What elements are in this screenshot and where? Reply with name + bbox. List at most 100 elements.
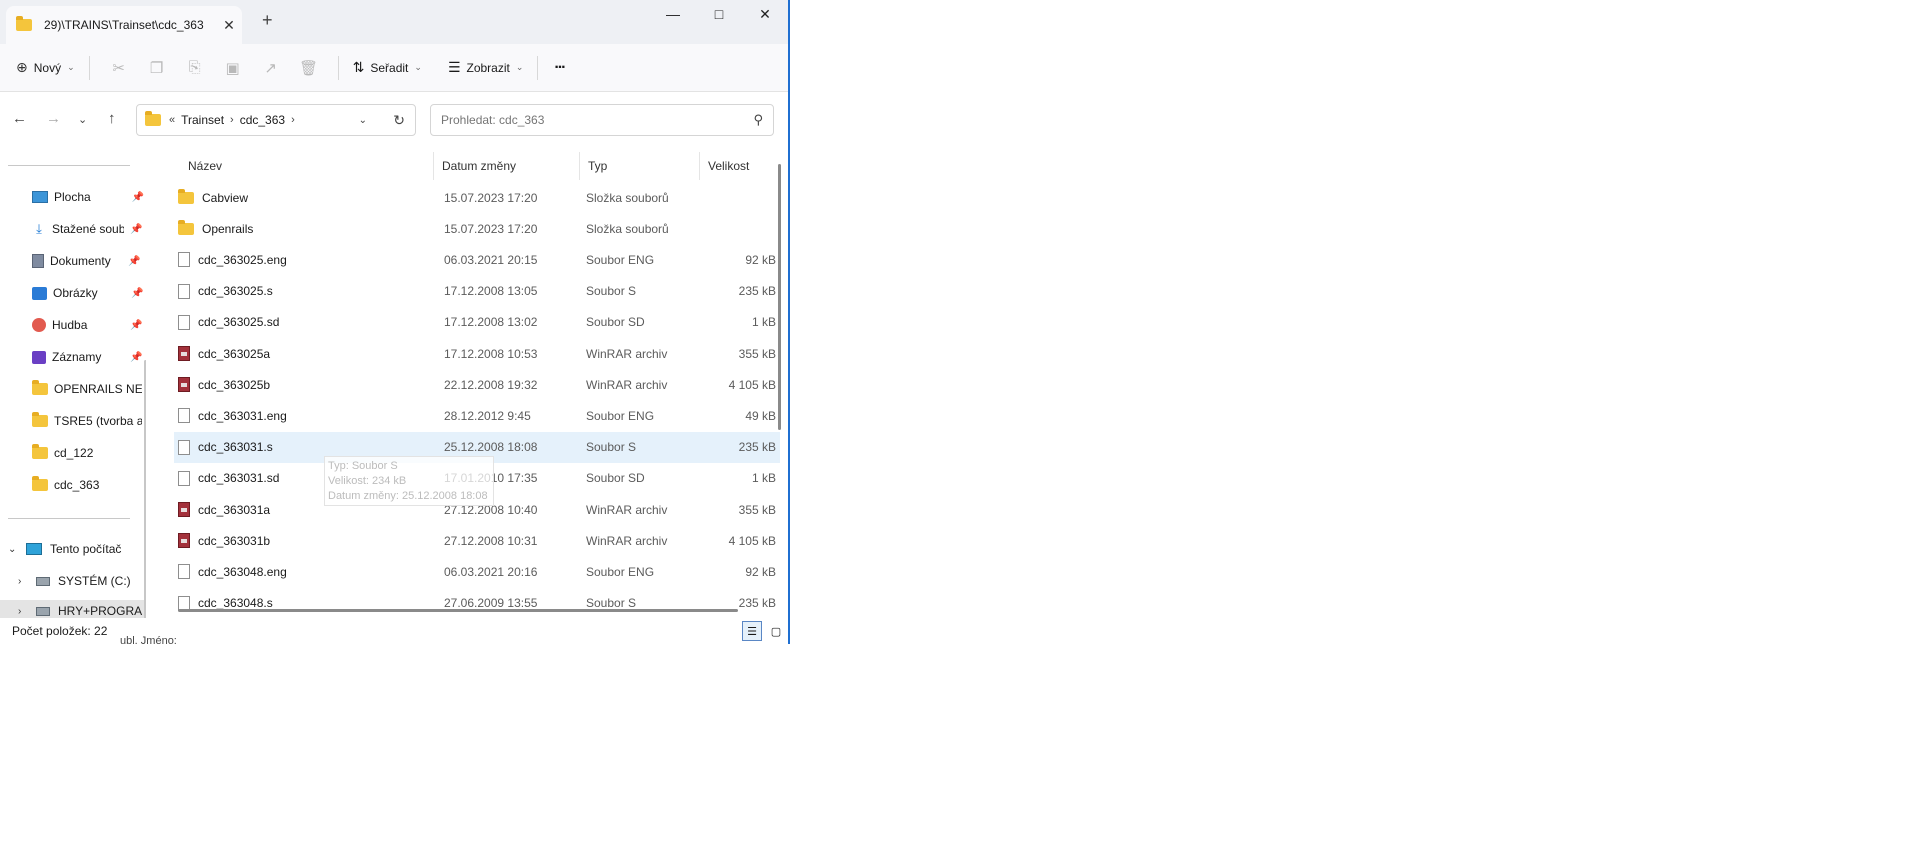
sidebar-item-downloads[interactable]: ⤓ Stažené soubory 📌 <box>32 216 144 242</box>
item-count: Počet položek: 22 <box>12 624 108 638</box>
sidebar-item-cdc-363[interactable]: cdc_363 <box>32 472 144 498</box>
sidebar-item-desktop[interactable]: Plocha 📌 <box>32 184 144 210</box>
chevron-right-icon[interactable]: › <box>18 606 28 617</box>
address-bar[interactable]: « Trainset › cdc_363 › ⌄ ↻ <box>136 104 416 136</box>
file-row[interactable]: cdc_363031b 27.12.2008 10:31 WinRAR archiv… <box>174 525 780 556</box>
file-row[interactable]: cdc_363048.s 27.06.2009 13:55 Soubor S 235 … <box>174 588 780 618</box>
new-tab-button[interactable]: + <box>262 10 273 31</box>
pictures-icon <box>32 286 47 300</box>
minimize-button[interactable]: — <box>650 0 696 28</box>
file-name: cdc_363025a <box>198 346 271 361</box>
sidebar-item-this-pc[interactable]: ⌄ Tento počítač <box>8 536 121 562</box>
sidebar-item-label: Záznamy <box>52 350 102 364</box>
overflow-chevron-icon[interactable]: « <box>169 114 175 126</box>
file-date: 17.12.2008 10:53 <box>444 346 538 361</box>
divider <box>8 518 130 519</box>
search-box[interactable]: ⚲ <box>430 104 774 136</box>
file-size: 1 kB <box>751 471 776 486</box>
tab-current-folder[interactable]: 29)\TRAINS\Trainset\cdc_363 ✕ <box>6 6 242 44</box>
sidebar-item-openrails-nej[interactable]: OPENRAILS NEJ <box>32 376 144 402</box>
file-date: 27.12.2008 10:31 <box>444 533 538 548</box>
breadcrumb-trainset[interactable]: Trainset <box>181 113 224 127</box>
view-button[interactable]: ☰ Zobrazit ⌄ <box>448 59 523 76</box>
view-icon: ☰ <box>447 59 461 75</box>
file-size: 235 kB <box>738 440 776 455</box>
file-row[interactable]: cdc_363031.eng 28.12.2012 9:45 Soubor ENG 4… <box>174 400 780 431</box>
file-row[interactable]: cdc_363025a 17.12.2008 10:53 WinRAR archiv… <box>174 338 780 369</box>
file-row[interactable]: cdc_363025.s 17.12.2008 13:05 Soubor S 235 … <box>174 276 780 307</box>
delete-icon[interactable]: 🗑 <box>290 59 328 77</box>
file-name-cell: cdc_363025.s <box>174 283 434 299</box>
file-tooltip: Typ: Soubor S Velikost: 234 kB Datum změ… <box>324 456 494 506</box>
more-options-button[interactable]: ··· <box>554 59 566 77</box>
new-button[interactable]: ⊕ Nový ⌄ <box>16 59 75 76</box>
file-name: cdc_363025b <box>198 377 271 392</box>
sidebar-item-music[interactable]: Hudba 📌 <box>32 312 144 338</box>
file-row[interactable]: Cabview 15.07.2023 17:20 Složka souborů <box>174 182 780 213</box>
search-input[interactable] <box>441 113 754 127</box>
file-row[interactable]: cdc_363025b 22.12.2008 19:32 WinRAR archiv… <box>174 369 780 400</box>
sidebar-item-label: HRY+PROGRA <box>58 604 143 618</box>
sidebar-item-pictures[interactable]: Obrázky 📌 <box>32 280 144 306</box>
back-arrow-icon[interactable]: ← <box>12 110 27 127</box>
paste-icon[interactable]: ⎘ <box>176 59 214 76</box>
address-dropdown-icon[interactable]: ⌄ <box>359 115 367 126</box>
column-header-type[interactable]: Typ <box>580 152 700 180</box>
column-header-name[interactable]: Název <box>160 152 434 180</box>
videos-icon <box>32 350 46 364</box>
file-row[interactable]: cdc_363025.eng 06.03.2021 20:15 Soubor ENG… <box>174 244 780 275</box>
sidebar-item-videos[interactable]: Záznamy 📌 <box>32 344 144 370</box>
up-arrow-icon[interactable]: ↑ <box>108 110 116 127</box>
chevron-right-icon[interactable]: › <box>18 576 28 587</box>
rename-icon[interactable]: ▣ <box>214 59 252 77</box>
share-icon[interactable]: ↗ <box>252 59 290 77</box>
maximize-button[interactable]: □ <box>696 0 742 28</box>
file-row[interactable]: cdc_363048.eng 06.03.2021 20:16 Soubor ENG… <box>174 556 780 587</box>
sort-button[interactable]: ⇅ Seřadit ⌄ <box>353 59 422 76</box>
copy-icon[interactable]: ❐ <box>138 59 176 77</box>
file-name: cdc_363031.s <box>198 440 273 455</box>
file-icon <box>178 252 190 268</box>
file-row[interactable]: cdc_363025.sd 17.12.2008 13:02 Soubor SD 1 … <box>174 307 780 338</box>
file-name-cell: cdc_363048.eng <box>174 564 434 580</box>
search-icon[interactable]: ⚲ <box>753 112 763 128</box>
breadcrumb-separator-icon[interactable]: › <box>230 114 234 126</box>
file-date: 17.12.2008 13:05 <box>444 284 538 299</box>
close-button[interactable]: ✕ <box>742 0 788 28</box>
file-size: 235 kB <box>738 284 776 299</box>
file-name-cell: cdc_363025.sd <box>174 314 434 330</box>
folder-icon <box>32 380 48 395</box>
breadcrumb-separator-icon[interactable]: › <box>291 114 295 126</box>
tab-title: 29)\TRAINS\Trainset\cdc_363 <box>44 18 204 32</box>
details-view-icon[interactable]: ☰ <box>742 621 762 641</box>
file-size: 355 kB <box>738 346 776 361</box>
breadcrumb-cdc-363[interactable]: cdc_363 <box>240 113 285 127</box>
sidebar-item-tsre5[interactable]: TSRE5 (tvorba ak <box>32 408 144 434</box>
column-header-size[interactable]: Velikost <box>700 152 780 180</box>
sidebar-item-drive-hry[interactable]: › HRY+PROGRA <box>18 598 142 618</box>
sidebar-scrollbar[interactable] <box>144 360 146 618</box>
vertical-scrollbar[interactable] <box>778 164 781 430</box>
file-row[interactable]: Openrails 15.07.2023 17:20 Složka souborů <box>174 213 780 244</box>
refresh-icon[interactable]: ↻ <box>393 112 405 129</box>
file-icon <box>178 314 190 330</box>
horizontal-scrollbar[interactable] <box>178 609 738 612</box>
drive-icon <box>36 576 50 586</box>
sidebar-item-documents[interactable]: Dokumenty 📌 <box>32 248 144 274</box>
file-type: Soubor ENG <box>586 252 655 267</box>
desktop-icon <box>32 191 48 203</box>
recent-locations-chevron-icon[interactable]: ⌄ <box>78 113 87 126</box>
file-size: 4 105 kB <box>728 533 776 548</box>
file-date: 06.03.2021 20:15 <box>444 252 538 267</box>
tab-close-icon[interactable]: ✕ <box>216 17 242 34</box>
tiles-view-icon[interactable]: ▢ <box>766 621 786 641</box>
sidebar-item-cd-122[interactable]: cd_122 <box>32 440 144 466</box>
column-header-date[interactable]: Datum změny <box>434 152 580 180</box>
folder-icon <box>178 219 194 235</box>
title-bar: 29)\TRAINS\Trainset\cdc_363 ✕ + — □ ✕ <box>0 0 788 44</box>
chevron-down-icon[interactable]: ⌄ <box>8 544 18 555</box>
sidebar-item-drive-c[interactable]: › SYSTÉM (C:) <box>18 568 131 594</box>
cut-icon[interactable]: ✂ <box>100 59 138 77</box>
file-type: Soubor SD <box>586 315 645 330</box>
forward-arrow-icon[interactable]: → <box>46 110 61 127</box>
